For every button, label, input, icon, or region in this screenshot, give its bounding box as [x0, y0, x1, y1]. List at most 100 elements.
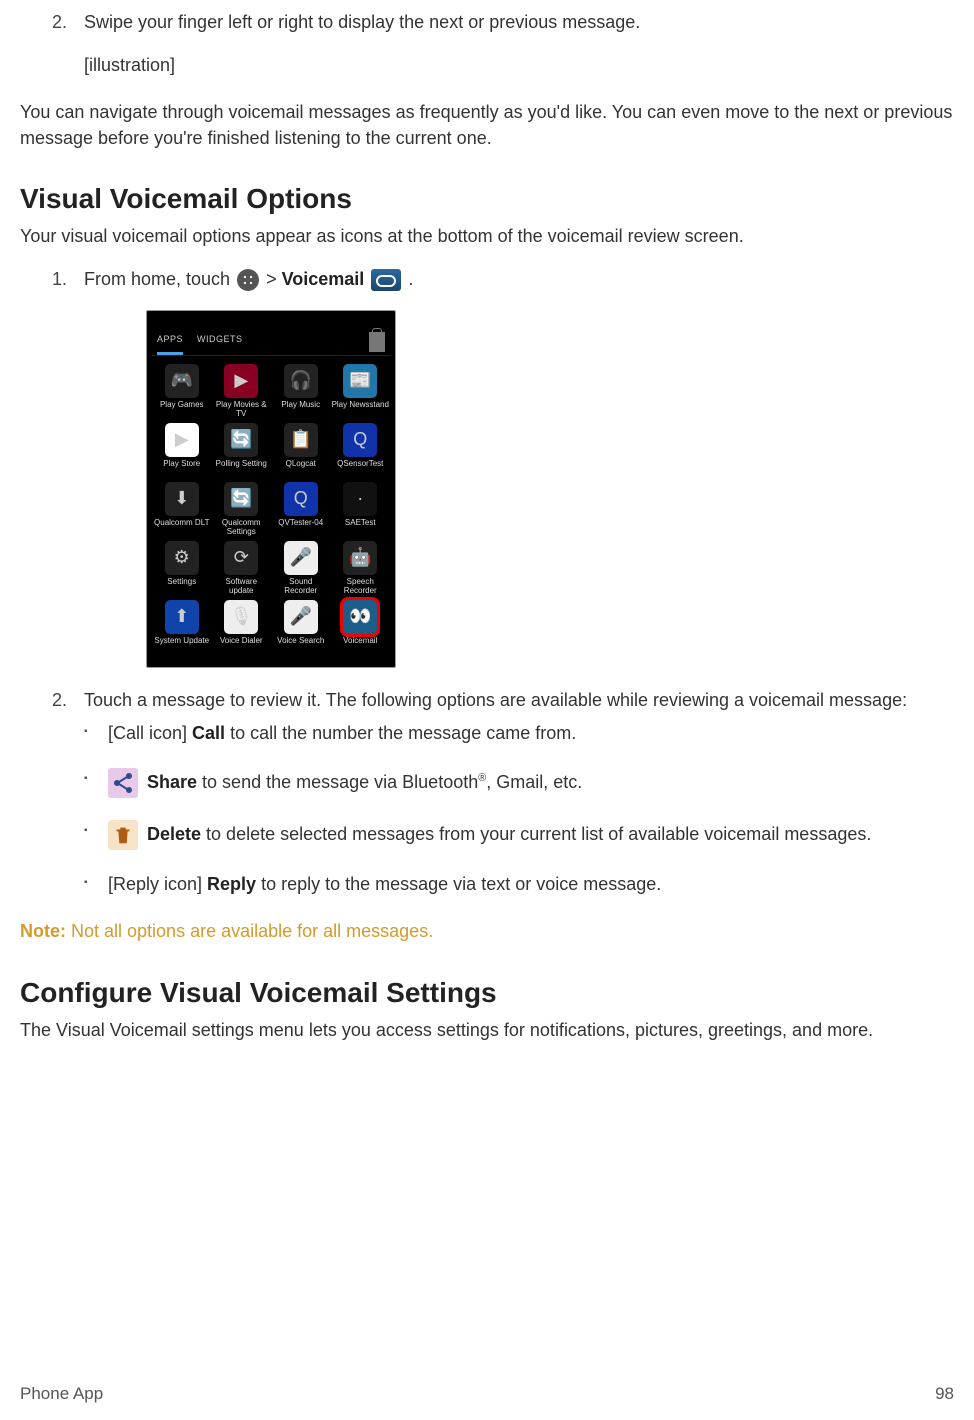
app-icon: 🎮 [165, 364, 199, 398]
app-icon: 🔄 [224, 423, 258, 457]
app-icon: ⚙ [165, 541, 199, 575]
phone-app: 🎤 Voice Search [272, 600, 330, 655]
phone-apps-grid: 🎮Play Games▶Play Movies & TV🎧Play Music📰… [151, 356, 391, 657]
app-icon: 📋 [284, 423, 318, 457]
tab-apps: APPS [157, 333, 183, 355]
configure-body: The Visual Voicemail settings menu lets … [20, 1018, 954, 1043]
app-label: Voice Search [277, 637, 324, 655]
step-from-home: From home, touch > Voicemail . APPS WIDG… [72, 267, 954, 668]
app-label: Play Newsstand [332, 401, 389, 419]
phone-app: Q QVTester-04 [272, 482, 330, 537]
app-label: Voice Dialer [220, 637, 263, 655]
bullet-share: Share to send the message via Bluetooth®… [108, 768, 954, 798]
play-store-icon [369, 332, 385, 352]
app-icon: ⬆ [165, 600, 199, 634]
share-bold: Share [147, 772, 197, 792]
step-touch-message: Touch a message to review it. The follow… [72, 688, 954, 713]
app-icon: ▶ [224, 364, 258, 398]
reply-rest: to reply to the message via text or voic… [256, 874, 661, 894]
app-icon: Q [343, 423, 377, 457]
phone-tabs: APPS WIDGETS [151, 329, 391, 356]
share-rest-b: , Gmail, etc. [486, 772, 582, 792]
step1-suffix: . [408, 269, 413, 289]
phone-app: 🎤Sound Recorder [272, 541, 330, 596]
app-icon: 🔄 [224, 482, 258, 516]
phone-app: ⟳ Software update [213, 541, 271, 596]
step1-prefix: From home, touch [84, 269, 235, 289]
phone-app: 🎧Play Music [272, 364, 330, 419]
app-icon: 🎧 [284, 364, 318, 398]
phone-app: 📰 Play Newsstand [332, 364, 390, 419]
app-label: QVTester-04 [278, 519, 323, 537]
phone-app: ⚙ Settings [153, 541, 211, 596]
app-label: QSensorTest [337, 460, 383, 478]
phone-app: · SAETest [332, 482, 390, 537]
call-rest: to call the number the message came from… [225, 723, 576, 743]
share-icon [108, 768, 138, 798]
app-label: Play Store [163, 460, 200, 478]
page-footer: Phone App 98 [20, 1382, 954, 1406]
app-label: SAETest [345, 519, 376, 537]
phone-app: 🎮Play Games [153, 364, 211, 419]
app-icon: · [343, 482, 377, 516]
step2-text: Touch a message to review it. The follow… [84, 690, 907, 710]
tab-widgets: WIDGETS [197, 333, 243, 355]
phone-app: ▶Play Store [153, 423, 211, 478]
app-icon: 🎙 [224, 600, 258, 634]
phone-app: Q QSensorTest [332, 423, 390, 478]
app-label: Software update [213, 578, 271, 596]
app-icon: 🎤 [284, 600, 318, 634]
app-label: QLogcat [286, 460, 316, 478]
note: Note: Not all options are available for … [20, 919, 954, 944]
illustration-placeholder: [illustration] [84, 53, 954, 78]
step1-mid: > [266, 269, 282, 289]
bullet-call: [Call icon] Call to call the number the … [108, 721, 954, 746]
note-label: Note: [20, 921, 66, 941]
heading-options: Visual Voicemail Options [20, 179, 954, 218]
phone-app: 📋 QLogcat [272, 423, 330, 478]
app-label: Qualcomm Settings [213, 519, 271, 537]
phone-app: 🎙 Voice Dialer [213, 600, 271, 655]
prev-section-steps: Swipe your finger left or right to displ… [20, 10, 954, 78]
phone-app: ⬆ System Update [153, 600, 211, 655]
app-label: Play Movies & TV [213, 401, 271, 419]
app-icon: 📰 [343, 364, 377, 398]
app-label: Settings [167, 578, 196, 596]
share-rest-a: to send the message via Bluetooth [197, 772, 478, 792]
reply-icon-label: [Reply icon] [108, 874, 207, 894]
phone-app: 🔄 Polling Setting [213, 423, 271, 478]
footer-page: 98 [935, 1382, 954, 1406]
step2-text: Swipe your finger left or right to displ… [84, 12, 640, 32]
call-bold: Call [192, 723, 225, 743]
phone-app: 👀 Voicemail [332, 600, 390, 655]
app-label: Polling Setting [216, 460, 267, 478]
app-label: System Update [154, 637, 209, 655]
apps-icon [237, 269, 259, 291]
delete-rest: to delete selected messages from your cu… [201, 824, 871, 844]
step1-bold: Voicemail [282, 269, 365, 289]
footer-section: Phone App [20, 1382, 103, 1406]
reply-bold: Reply [207, 874, 256, 894]
app-icon: 👀 [343, 600, 377, 634]
app-label: Qualcomm DLT [154, 519, 209, 537]
voicemail-icon [371, 269, 401, 291]
phone-statusbar [151, 317, 391, 329]
nav-paragraph: You can navigate through voicemail messa… [20, 100, 954, 150]
delete-bold: Delete [147, 824, 201, 844]
app-icon: 🎤 [284, 541, 318, 575]
options-bullets: [Call icon] Call to call the number the … [20, 721, 954, 897]
call-icon-label: [Call icon] [108, 723, 192, 743]
options-intro: Your visual voicemail options appear as … [20, 224, 954, 249]
bullet-delete: Delete to delete selected messages from … [108, 820, 954, 850]
phone-screenshot: APPS WIDGETS 🎮Play Games ▶ Play Movies & T… [146, 310, 396, 668]
phone-app: 🤖Speech Recorder [332, 541, 390, 596]
phone-app: 🔄 Qualcomm Settings [213, 482, 271, 537]
delete-icon [108, 820, 138, 850]
app-icon: ⟳ [224, 541, 258, 575]
step-swipe: Swipe your finger left or right to displ… [72, 10, 954, 78]
phone-app: ▶ Play Movies & TV [213, 364, 271, 419]
app-icon: Q [284, 482, 318, 516]
app-label: Voicemail [343, 637, 377, 655]
options-steps: From home, touch > Voicemail . APPS WIDG… [20, 267, 954, 713]
app-label: Speech Recorder [332, 578, 390, 596]
